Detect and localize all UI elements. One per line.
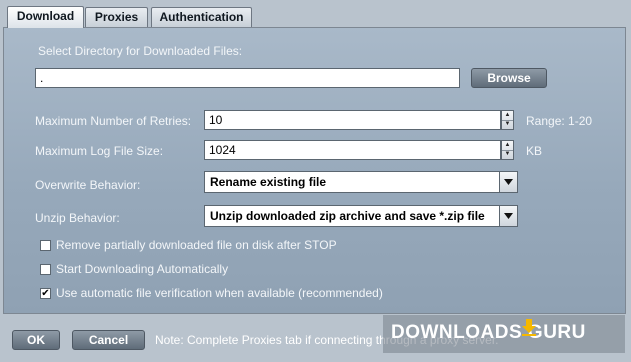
chevron-down-icon[interactable] xyxy=(499,206,517,226)
auto-verify-checkbox[interactable]: ✔ xyxy=(40,288,51,299)
download-settings-dialog: Download Proxies Authentication Select D… xyxy=(0,0,631,362)
retries-field[interactable]: 10 xyxy=(204,110,501,130)
overwrite-selected-value: Rename existing file xyxy=(210,175,327,189)
download-arrow-icon xyxy=(522,319,536,336)
retries-stepper[interactable]: ▲ ▼ xyxy=(501,110,514,130)
logsize-unit: KB xyxy=(526,144,543,158)
overwrite-select[interactable]: Rename existing file xyxy=(204,171,518,193)
browse-button[interactable]: Browse xyxy=(471,68,547,88)
download-tab-panel: Select Directory for Downloaded Files: .… xyxy=(3,27,626,314)
unzip-select[interactable]: Unzip downloaded zip archive and save *.… xyxy=(204,205,518,227)
cancel-button[interactable]: Cancel xyxy=(72,330,145,350)
unzip-label: Unzip Behavior: xyxy=(35,211,120,225)
auto-verify-label: Use automatic file verification when ava… xyxy=(56,286,383,300)
auto-start-checkbox[interactable] xyxy=(40,264,51,275)
tab-download[interactable]: Download xyxy=(7,6,84,28)
downloads-guru-watermark: DOWNLOADS GURU xyxy=(383,315,625,353)
stepper-down-icon[interactable]: ▼ xyxy=(502,150,513,159)
chevron-down-icon[interactable] xyxy=(499,172,517,192)
tab-proxies[interactable]: Proxies xyxy=(85,7,148,27)
overwrite-label: Overwrite Behavior: xyxy=(35,178,141,192)
stepper-down-icon[interactable]: ▼ xyxy=(502,120,513,129)
ok-button[interactable]: OK xyxy=(12,330,60,350)
directory-label: Select Directory for Downloaded Files: xyxy=(38,44,243,58)
logsize-label: Maximum Log File Size: xyxy=(35,144,164,158)
retries-label: Maximum Number of Retries: xyxy=(35,114,192,128)
logsize-stepper[interactable]: ▲ ▼ xyxy=(501,140,514,160)
directory-field[interactable]: . xyxy=(35,68,460,88)
remove-partial-checkbox[interactable] xyxy=(40,240,51,251)
watermark-text: DOWNLOADS GURU xyxy=(391,322,586,343)
tab-authentication[interactable]: Authentication xyxy=(151,7,252,27)
logsize-field[interactable]: 1024 xyxy=(204,140,501,160)
remove-partial-label: Remove partially downloaded file on disk… xyxy=(56,238,337,252)
retries-range-hint: Range: 1-20 xyxy=(526,114,593,128)
unzip-selected-value: Unzip downloaded zip archive and save *.… xyxy=(210,209,485,223)
auto-start-label: Start Downloading Automatically xyxy=(56,262,229,276)
